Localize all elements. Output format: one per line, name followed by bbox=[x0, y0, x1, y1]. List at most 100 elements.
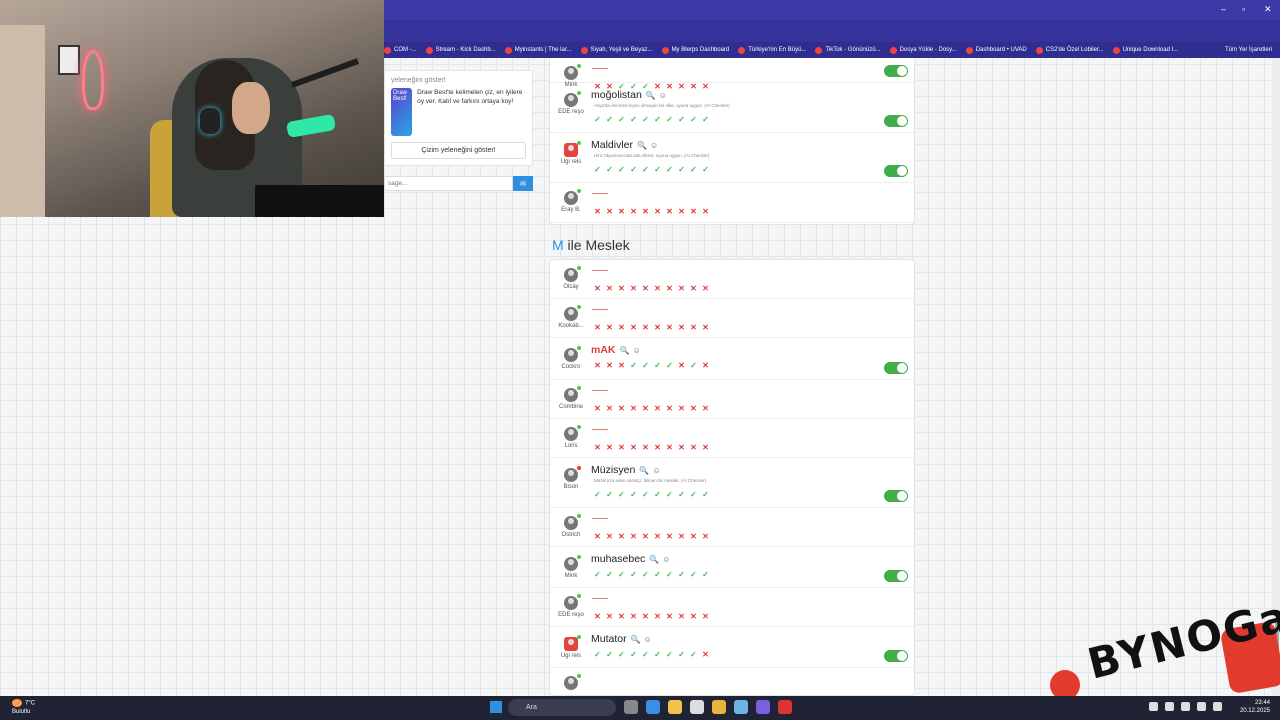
bookmark-label: Dosya Yükle - Dosy... bbox=[899, 47, 957, 53]
cross-icon: ✕ bbox=[666, 612, 673, 621]
clock-date: 20.12.2025 bbox=[1239, 708, 1270, 714]
online-status-dot bbox=[577, 189, 581, 193]
search-icon[interactable]: 🔍 bbox=[639, 466, 649, 475]
search-icon[interactable]: 🔍 bbox=[649, 555, 659, 564]
widgets-icon[interactable] bbox=[646, 700, 660, 714]
minimize-button[interactable]: – bbox=[1221, 4, 1226, 14]
check-icon: ✓ bbox=[702, 570, 709, 579]
answer-row: Cockro mAK 🔍 ☺ ✕ ✕ ✕ ✓ ✓ ✓ ✓ ✕ ✓ ✕ bbox=[550, 338, 914, 380]
cross-icon: ✕ bbox=[666, 207, 673, 216]
bookmark-item[interactable]: My Blerps Dashboard bbox=[661, 46, 729, 54]
player-name: Ugi reis bbox=[560, 653, 582, 659]
cross-icon: ✕ bbox=[630, 323, 637, 332]
bookmark-item[interactable]: Myinstants | The lar... bbox=[504, 46, 572, 54]
online-status-dot bbox=[577, 555, 581, 559]
check-icon: ✓ bbox=[618, 570, 625, 579]
taskbar-clock[interactable]: 23:44 20.12.2025 bbox=[1240, 699, 1270, 715]
bookmark-item[interactable]: Dosya Yükle - Dosy... bbox=[889, 46, 957, 54]
accept-toggle[interactable] bbox=[884, 650, 908, 662]
tray-app-icon[interactable] bbox=[1181, 702, 1190, 711]
taskbar: 7°C Bulutlu Ara 23:44 20.12.2025 bbox=[0, 696, 1280, 720]
chat-send-button[interactable]: ✉ bbox=[513, 176, 533, 191]
bookmark-item[interactable]: Dashboard • UVAD bbox=[965, 46, 1027, 54]
check-icon: ✓ bbox=[678, 115, 685, 124]
search-icon[interactable]: 🔍 bbox=[631, 635, 641, 644]
emoji-icon[interactable]: ☺ bbox=[662, 555, 670, 564]
bookmark-item[interactable]: Stream - Kick Dashb... bbox=[425, 46, 496, 54]
discord-icon[interactable] bbox=[756, 700, 770, 714]
cross-icon: ✕ bbox=[690, 612, 697, 621]
player-name: Cockro bbox=[561, 364, 581, 370]
check-icon: ✓ bbox=[702, 490, 709, 499]
weather-widget[interactable]: 7°C Bulutlu bbox=[12, 699, 35, 716]
close-button[interactable]: ✕ bbox=[1264, 4, 1272, 15]
taskbar-apps bbox=[624, 700, 792, 714]
accept-toggle[interactable] bbox=[884, 362, 908, 374]
taskbar-search[interactable]: Ara bbox=[508, 699, 616, 716]
bookmark-item[interactable]: Siyah, Yeşil ve Beyaz... bbox=[580, 46, 653, 54]
cross-icon: ✕ bbox=[690, 532, 697, 541]
player-info: Cockro bbox=[554, 346, 588, 370]
emoji-icon[interactable]: ☺ bbox=[650, 141, 658, 150]
bookmark-label: Siyah, Yeşil ve Beyaz... bbox=[590, 47, 653, 53]
bookmark-item[interactable]: TikTok - Gönünüzü... bbox=[815, 46, 881, 54]
app-icon[interactable] bbox=[778, 700, 792, 714]
cross-icon: ✕ bbox=[666, 323, 673, 332]
avatar bbox=[564, 466, 581, 482]
check-icon: ✓ bbox=[630, 165, 637, 174]
accept-toggle[interactable] bbox=[884, 115, 908, 127]
task-view-icon[interactable] bbox=[624, 700, 638, 714]
windows-start-icon[interactable] bbox=[490, 701, 502, 713]
volume-icon[interactable] bbox=[1213, 702, 1222, 711]
answer-row: Loris ✕ ✕ ✕ ✕ ✕ ✕ ✕ ✕ ✕ ✕ bbox=[550, 419, 914, 458]
cross-icon: ✕ bbox=[618, 323, 625, 332]
online-status-dot bbox=[577, 425, 581, 429]
cross-icon: ✕ bbox=[606, 284, 613, 293]
cross-icon: ✕ bbox=[690, 284, 697, 293]
store-icon[interactable] bbox=[690, 700, 704, 714]
player-info: Combine bbox=[554, 386, 588, 410]
network-icon[interactable] bbox=[1197, 702, 1206, 711]
emoji-icon[interactable]: ☺ bbox=[632, 346, 640, 355]
tray-arrow-icon[interactable] bbox=[1149, 702, 1158, 711]
show-drawing-button[interactable]: Çizim yeleneğini göster! bbox=[391, 142, 526, 159]
bookmark-item[interactable]: Türkiye'nin En Büyü... bbox=[738, 46, 806, 54]
check-icon: ✓ bbox=[702, 115, 709, 124]
file-explorer-icon[interactable] bbox=[668, 700, 682, 714]
emoji-icon[interactable]: ☺ bbox=[644, 635, 652, 644]
check-icon: ✓ bbox=[654, 650, 661, 659]
check-icon: ✓ bbox=[618, 650, 625, 659]
maximize-button[interactable]: ▫ bbox=[1242, 4, 1245, 14]
cross-icon: ✕ bbox=[678, 361, 685, 370]
emoji-icon[interactable]: ☺ bbox=[659, 91, 667, 100]
chat-input[interactable] bbox=[384, 176, 513, 191]
chrome-icon[interactable] bbox=[712, 700, 726, 714]
bookmark-favicon-icon bbox=[738, 46, 746, 54]
app-icon[interactable] bbox=[734, 700, 748, 714]
all-bookmarks-link[interactable]: Tüm Yer İşaretleri bbox=[1225, 47, 1272, 53]
online-status-dot bbox=[577, 514, 581, 518]
accept-toggle[interactable] bbox=[884, 570, 908, 582]
online-status-dot bbox=[577, 91, 581, 95]
emoji-icon[interactable]: ☺ bbox=[652, 466, 660, 475]
avatar bbox=[564, 514, 581, 530]
accept-toggle[interactable] bbox=[884, 490, 908, 502]
bookmark-item[interactable]: COM -... bbox=[384, 46, 417, 54]
bookmark-item[interactable]: CS2'de Özel Lobiler... bbox=[1035, 46, 1104, 54]
weather-condition: Bulutlu bbox=[12, 708, 31, 715]
vote-marks: ✕ ✕ ✕ ✕ ✕ ✕ ✕ ✕ ✕ ✕ bbox=[593, 443, 710, 452]
answer-row: EDE reşo moğolistan 🔍 ☺ Asya'da denizine kıy… bbox=[550, 83, 914, 133]
accept-toggle[interactable] bbox=[884, 65, 908, 77]
cross-icon: ✕ bbox=[594, 404, 601, 413]
search-icon[interactable]: 🔍 bbox=[646, 91, 656, 100]
player-info: Eray B. bbox=[554, 189, 588, 213]
vote-marks: ✕ ✕ ✕ ✕ ✕ ✕ ✕ ✕ ✕ ✕ bbox=[593, 532, 710, 541]
tray-app-icon[interactable] bbox=[1165, 702, 1174, 711]
accept-toggle[interactable] bbox=[884, 165, 908, 177]
player-name: EDE reşo bbox=[558, 612, 584, 618]
search-icon[interactable]: 🔍 bbox=[637, 141, 647, 150]
bookmark-item[interactable]: Unique Download I... bbox=[1112, 46, 1178, 54]
search-icon[interactable]: 🔍 bbox=[620, 346, 630, 355]
check-icon: ✓ bbox=[678, 650, 685, 659]
player-info: Kookab... bbox=[554, 305, 588, 329]
